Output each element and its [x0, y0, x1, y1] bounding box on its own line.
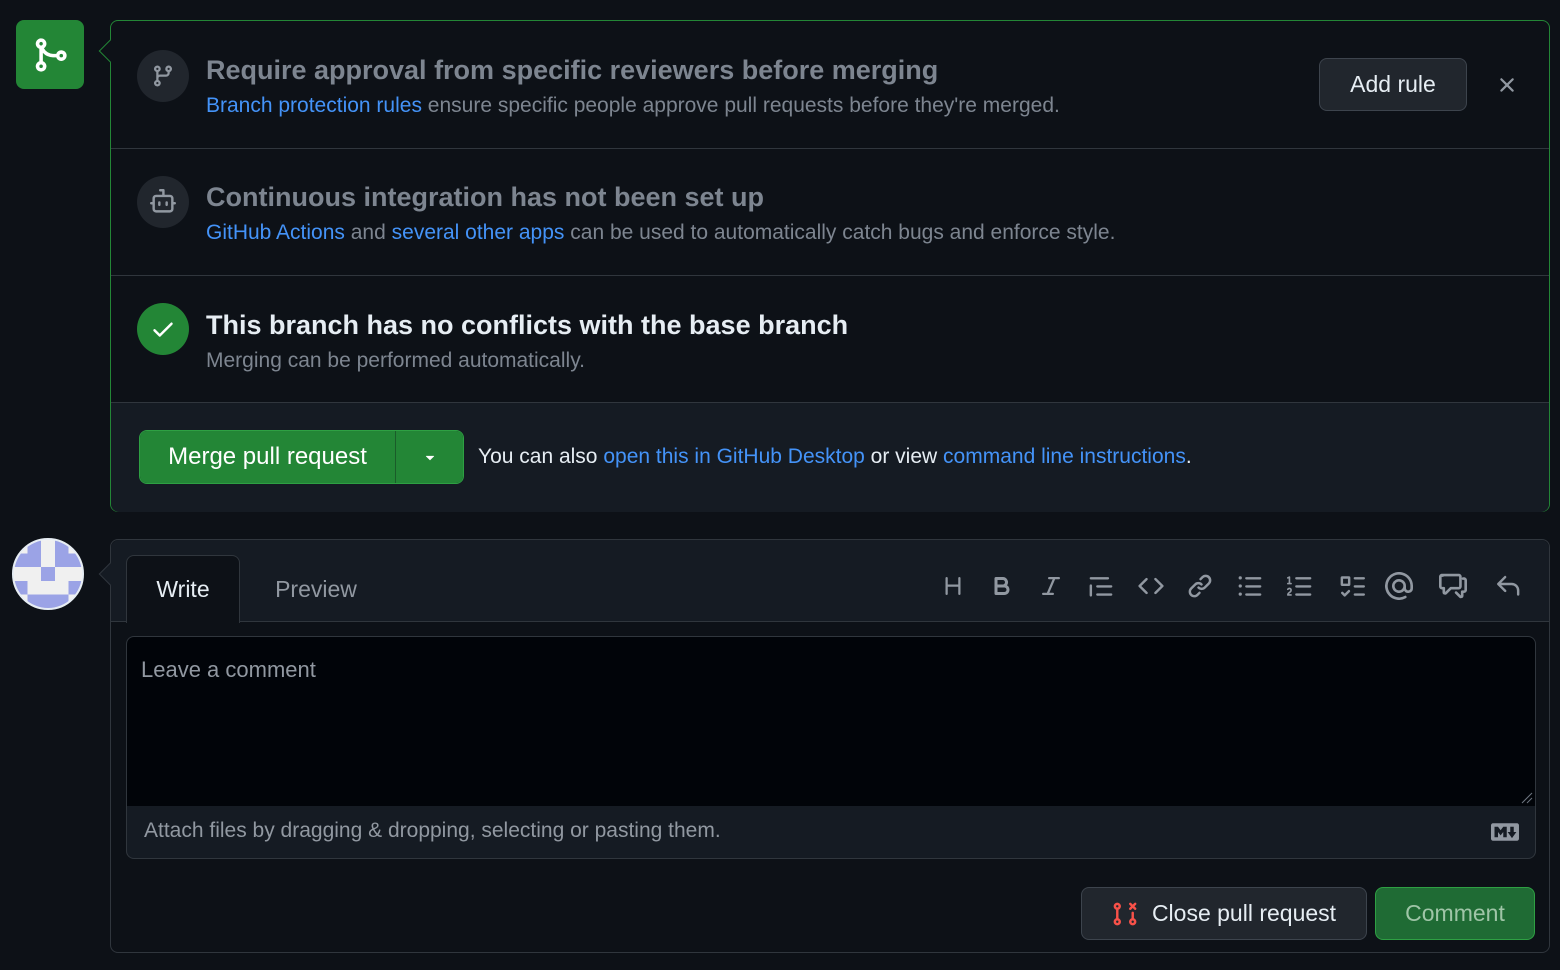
heading-icon	[945, 577, 961, 595]
git-merge-icon	[35, 37, 67, 72]
bold-button[interactable]	[988, 572, 1016, 600]
identicon	[14, 540, 82, 608]
avatar[interactable]	[12, 538, 84, 610]
triangle-down-icon	[425, 455, 434, 461]
ordered-list-icon	[1287, 576, 1312, 596]
close-pull-request-button[interactable]: Close pull request	[1081, 887, 1367, 940]
unordered-list-icon	[1238, 576, 1262, 596]
hint-mid: or view	[870, 445, 938, 468]
markdown-icon[interactable]	[1491, 823, 1519, 841]
attach-files-text: Attach files by dragging & dropping, sel…	[144, 819, 721, 842]
other-apps-link[interactable]: several other apps	[392, 221, 565, 244]
conflicts-section: This branch has no conflicts with the ba…	[111, 276, 1549, 403]
ci-and-text: and	[350, 221, 386, 244]
comment-placeholder: Leave a comment	[141, 657, 316, 682]
undo-icon	[1497, 575, 1520, 596]
resize-handle-icon[interactable]	[1519, 790, 1533, 804]
merge-footer: Merge pull request You can also open thi…	[111, 403, 1549, 512]
comment-button[interactable]: Comment	[1375, 887, 1535, 940]
github-actions-link[interactable]: GitHub Actions	[206, 221, 345, 244]
code-icon	[1138, 577, 1164, 595]
command-line-instructions-link[interactable]: command line instructions	[943, 445, 1186, 468]
quote-icon	[1089, 577, 1113, 597]
merge-box: Require approval from specific reviewers…	[98, 20, 1550, 512]
add-rule-button[interactable]: Add rule	[1319, 58, 1467, 111]
mention-icon	[1385, 572, 1413, 600]
git-pull-request-closed-icon	[1113, 902, 1137, 925]
task-list-icon	[1340, 576, 1365, 597]
ci-section: Continuous integration has not been set …	[111, 149, 1549, 276]
merge-hint: You can also open this in GitHub Desktop…	[478, 445, 1192, 469]
merge-button-group: Merge pull request	[139, 430, 464, 484]
code-button[interactable]	[1137, 572, 1165, 600]
task-list-button[interactable]	[1338, 572, 1366, 600]
ci-description: GitHub Actions and several other apps ca…	[206, 221, 1115, 245]
close-pull-request-label: Close pull request	[1151, 900, 1337, 926]
robot-icon-circle	[137, 176, 189, 228]
merge-pull-request-button[interactable]: Merge pull request	[140, 431, 396, 483]
bold-icon	[994, 577, 1010, 595]
open-github-desktop-link[interactable]: open this in GitHub Desktop	[603, 445, 864, 468]
approval-text: ensure specific people approve pull requ…	[427, 94, 1060, 117]
mention-button[interactable]	[1385, 572, 1413, 600]
hint-prefix: You can also	[478, 445, 598, 468]
italic-button[interactable]	[1037, 572, 1065, 600]
conflicts-title: This branch has no conflicts with the ba…	[206, 310, 849, 340]
approval-description: Branch protection rules ensure specific …	[206, 94, 1060, 118]
italic-icon	[1042, 577, 1060, 595]
approval-title: Require approval from specific reviewers…	[206, 55, 939, 85]
conflicts-description: Merging can be performed automatically.	[206, 349, 585, 372]
tab-write[interactable]: Write	[126, 555, 240, 623]
branch-protection-rules-link[interactable]: Branch protection rules	[206, 94, 422, 117]
dismiss-button[interactable]	[1495, 73, 1519, 97]
comment-textarea[interactable]: Leave a comment	[126, 636, 1536, 807]
undo-button[interactable]	[1494, 572, 1522, 600]
link-icon	[1188, 574, 1212, 598]
attach-files-bar[interactable]: Attach files by dragging & dropping, sel…	[126, 806, 1536, 859]
branch-icon-circle	[137, 50, 189, 102]
cross-reference-icon	[1439, 573, 1467, 599]
link-button[interactable]	[1186, 572, 1214, 600]
close-icon	[1500, 78, 1514, 92]
hint-suffix: .	[1185, 445, 1192, 468]
ci-text: can be used to automatically catch bugs …	[570, 221, 1116, 244]
merge-status-badge	[16, 20, 84, 89]
comment-header: Write Preview	[111, 540, 1549, 623]
approval-section: Require approval from specific reviewers…	[111, 21, 1549, 149]
git-branch-icon	[153, 65, 172, 87]
robot-icon	[150, 189, 176, 213]
merge-method-dropdown[interactable]	[396, 431, 463, 483]
quote-button[interactable]	[1087, 572, 1115, 600]
ordered-list-button[interactable]	[1286, 572, 1314, 600]
unordered-list-button[interactable]	[1236, 572, 1264, 600]
heading-button[interactable]	[939, 572, 967, 600]
comment-box: Write Preview Leave a comment Attach fil…	[98, 539, 1550, 953]
cross-reference-button[interactable]	[1439, 572, 1467, 600]
check-icon	[153, 322, 173, 337]
ci-title: Continuous integration has not been set …	[206, 182, 764, 212]
tab-preview[interactable]: Preview	[251, 555, 381, 623]
check-circle	[137, 303, 189, 355]
